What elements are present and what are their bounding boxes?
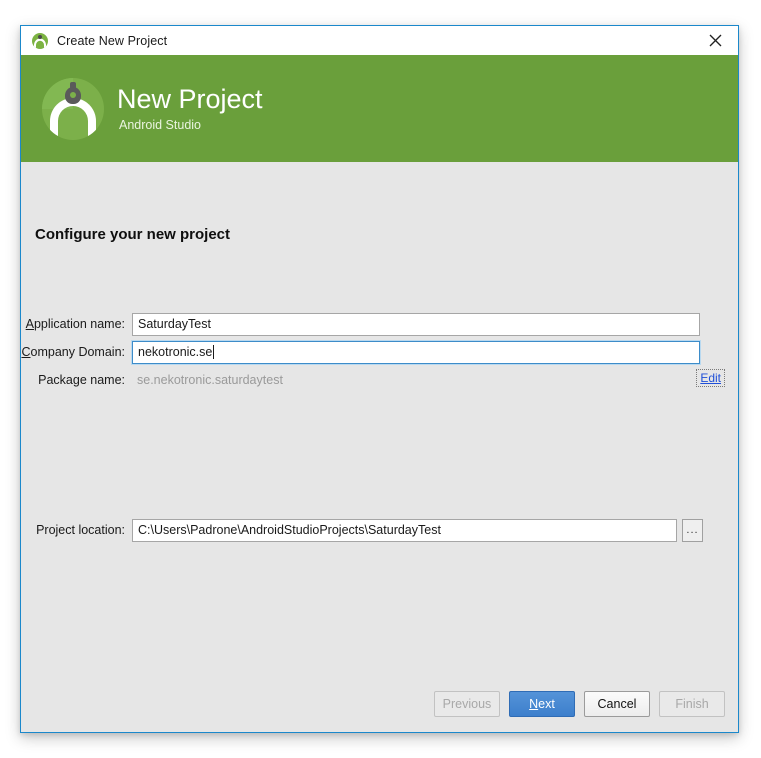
ellipsis-icon[interactable]: ... bbox=[682, 518, 703, 542]
cancel-button[interactable]: Cancel bbox=[584, 691, 650, 717]
field-row-project-location: Project location: C:\Users\Padrone\Andro… bbox=[21, 518, 738, 542]
field-row-company-domain: Company Domain: nekotronic.se bbox=[21, 339, 738, 365]
application-name-input[interactable]: SaturdayTest bbox=[132, 312, 700, 336]
dialog-title-bar: Create New Project bbox=[21, 26, 738, 55]
project-location-label: Project location: bbox=[36, 523, 125, 537]
dialog-title: Create New Project bbox=[57, 33, 168, 48]
close-icon[interactable] bbox=[693, 26, 738, 55]
android-studio-icon bbox=[32, 32, 48, 49]
field-row-application-name: Application name: SaturdayTest bbox=[21, 312, 738, 336]
dialog-button-bar: Previous Next Cancel Finish bbox=[434, 691, 725, 717]
field-row-package-name: Package name: se.nekotronic.saturdaytest bbox=[21, 368, 738, 392]
package-name-value: se.nekotronic.saturdaytest bbox=[137, 373, 283, 387]
dialog-content: Configure your new project Application n… bbox=[21, 162, 738, 732]
page-title: Configure your new project bbox=[35, 226, 231, 243]
next-button[interactable]: Next bbox=[509, 691, 575, 717]
application-name-label: Application name: bbox=[25, 317, 125, 331]
package-name-label: Package name: bbox=[38, 373, 125, 387]
android-studio-compass-logo bbox=[42, 77, 104, 140]
banner-subtitle: Android Studio bbox=[119, 118, 202, 133]
finish-button[interactable]: Finish bbox=[659, 691, 725, 717]
create-new-project-dialog: Create New Project New Project Android S… bbox=[20, 25, 739, 733]
project-location-input[interactable]: C:\Users\Padrone\AndroidStudioProjects\S… bbox=[132, 518, 677, 542]
banner-text-group: New Project Android Studio bbox=[117, 83, 263, 133]
company-domain-input[interactable]: nekotronic.se bbox=[131, 339, 701, 365]
wizard-banner: New Project Android Studio bbox=[21, 55, 738, 162]
text-cursor bbox=[213, 345, 215, 359]
company-domain-label: Company Domain: bbox=[21, 345, 125, 359]
banner-title: New Project bbox=[117, 83, 263, 114]
previous-button[interactable]: Previous bbox=[434, 691, 500, 717]
edit-package-name-link[interactable]: Edit bbox=[696, 369, 725, 387]
